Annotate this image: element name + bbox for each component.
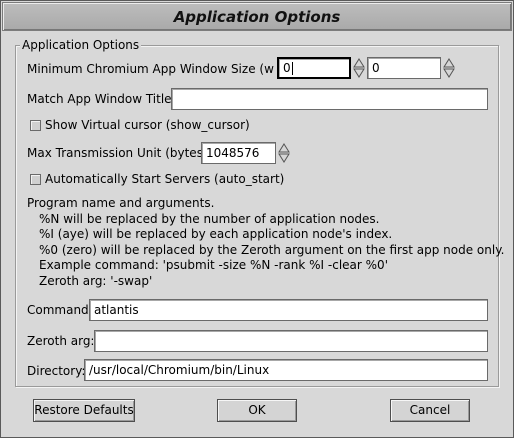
cancel-button[interactable]: Cancel: [390, 399, 470, 422]
min-window-width-spin-icon[interactable]: [353, 57, 365, 79]
directory-label: Directory:: [27, 364, 86, 378]
auto-start-label[interactable]: Automatically Start Servers (auto_start): [45, 172, 284, 186]
min-window-width-input[interactable]: 0: [277, 57, 351, 79]
title-bar[interactable]: Application Options: [2, 2, 512, 31]
help-line: Example command: 'psubmit -size %N -rank…: [39, 258, 388, 272]
show-cursor-label[interactable]: Show Virtual cursor (show_cursor): [45, 118, 250, 132]
show-cursor-checkbox[interactable]: [30, 120, 41, 131]
help-line: Zeroth arg: '-swap': [39, 273, 153, 288]
zeroth-arg-label: Zeroth arg:: [27, 334, 95, 348]
help-line: %0 (zero) will be replaced by the Zeroth…: [39, 242, 505, 257]
zeroth-arg-input[interactable]: [94, 330, 488, 352]
command-input[interactable]: atlantis: [89, 299, 488, 321]
min-window-height-spin-icon[interactable]: [443, 57, 455, 79]
match-title-label: Match App Window Title:: [27, 92, 176, 106]
ok-button[interactable]: OK: [217, 399, 297, 422]
mtu-label: Max Transmission Unit (bytes):: [27, 146, 212, 160]
options-group-title: Application Options: [20, 38, 142, 52]
mtu-input[interactable]: 1048576: [201, 142, 276, 164]
window-title: Application Options: [173, 8, 341, 26]
min-window-size-label: Minimum Chromium App Window Size (w h):: [27, 62, 295, 76]
application-options-dialog: Application Options Application Options …: [0, 0, 514, 438]
command-label: Command:: [27, 303, 93, 317]
auto-start-checkbox[interactable]: [30, 174, 41, 185]
command-help-text: Program name and arguments. %N will be r…: [27, 196, 504, 289]
match-title-input[interactable]: [171, 88, 488, 110]
help-line: %N will be replaced by the number of app…: [39, 211, 380, 226]
help-line: Program name and arguments.: [27, 196, 215, 210]
restore-defaults-button[interactable]: Restore Defaults: [33, 399, 135, 422]
mtu-spin-icon[interactable]: [278, 142, 290, 164]
min-window-height-input[interactable]: 0: [367, 57, 441, 79]
directory-input[interactable]: /usr/local/Chromium/bin/Linux: [84, 359, 488, 381]
text-caret: [291, 62, 293, 75]
min-window-width-value: 0: [283, 61, 291, 75]
help-line: %I (aye) will be replaced by each applic…: [39, 227, 393, 241]
